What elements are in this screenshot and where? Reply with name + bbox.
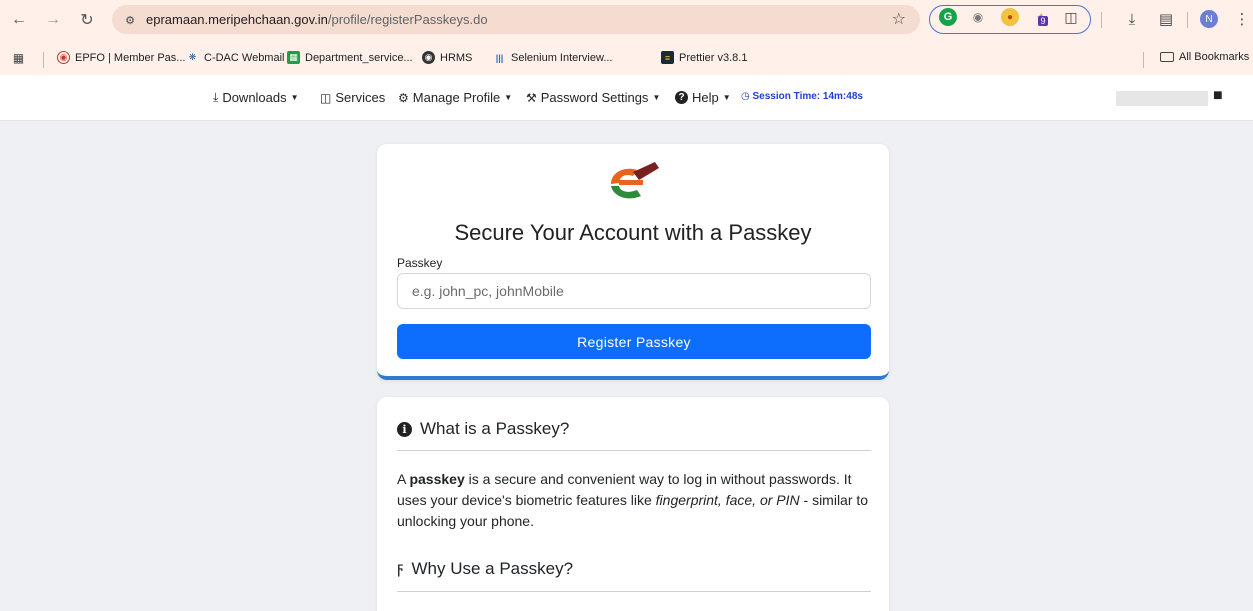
folder-icon: [1160, 52, 1174, 62]
user-icon[interactable]: ■: [1213, 87, 1223, 105]
divider: [1101, 12, 1102, 28]
username-placeholder: [1116, 91, 1208, 106]
menu-manage-profile[interactable]: ⚙ Manage Profile ▼: [398, 90, 512, 105]
passkey-info-card: i What is a Passkey? A passkey is a secur…: [377, 397, 889, 611]
question-icon: ?: [675, 91, 688, 104]
more-menu-icon[interactable]: ⋮: [1232, 9, 1252, 29]
browser-chrome: ← → ↻ ⚙ epramaan.meripehchaan.gov.in/pro…: [0, 0, 1253, 75]
epramaan-logo: [611, 162, 659, 199]
passkey-description: A passkey is a secure and convenient way…: [397, 471, 869, 529]
passkey-card: Secure Your Account with a Passkey Passk…: [377, 144, 889, 380]
bookmark-hrms[interactable]: ◉ HRMS: [422, 51, 472, 64]
cdac-icon: ❋: [188, 52, 197, 62]
url-text[interactable]: epramaan.meripehchaan.gov.in/profile/reg…: [146, 12, 488, 27]
globe-icon: ◉: [422, 51, 435, 64]
epfo-icon: ◉: [57, 51, 70, 64]
all-bookmarks[interactable]: All Bookmarks: [1160, 51, 1249, 63]
divider: [1187, 12, 1188, 28]
caret-down-icon: ▼: [652, 93, 661, 102]
site-navbar: ⤓ Downloads ▼ ◫ Services ⚙ Manage Profile ▼ ⚒…: [0, 75, 1253, 121]
download-icon: ⤓: [213, 90, 219, 104]
passkey-input[interactable]: [397, 273, 871, 309]
back-icon[interactable]: ←: [8, 9, 30, 31]
bookmark-epfo[interactable]: ◉ EPFO | Member Pas...: [57, 51, 185, 64]
site-info-icon[interactable]: ⚙: [120, 10, 140, 30]
address-bar[interactable]: ⚙ epramaan.meripehchaan.gov.in/profile/r…: [112, 5, 920, 34]
passkey-label: Passkey: [397, 256, 443, 270]
register-passkey-button[interactable]: Register Passkey: [397, 324, 871, 359]
sheets-icon: ▦: [287, 51, 300, 64]
file-icon: ◫: [320, 90, 332, 105]
what-is-heading: i What is a Passkey?: [397, 419, 569, 439]
reading-list-icon[interactable]: ▤: [1156, 9, 1176, 29]
forward-icon[interactable]: →: [42, 9, 64, 31]
apps-icon[interactable]: ▦: [12, 51, 25, 65]
prettier-icon: ≡: [661, 51, 674, 64]
grammarly-icon[interactable]: G: [939, 8, 957, 26]
bookmark-selenium[interactable]: ||| Selenium Interview...: [493, 51, 613, 64]
menu-help[interactable]: ? Help ▼: [675, 90, 731, 105]
bookmark-prettier[interactable]: ≡ Prettier v3.8.1: [661, 51, 747, 64]
divider: [397, 450, 871, 451]
bookmark-star-icon[interactable]: ☆: [892, 9, 906, 29]
info-icon: i: [397, 421, 412, 437]
caret-down-icon: ▼: [504, 93, 513, 102]
profile-avatar[interactable]: N: [1200, 10, 1218, 28]
download-icon[interactable]: ⤓: [1122, 9, 1142, 29]
card-title: Secure Your Account with a Passkey: [454, 220, 812, 245]
divider: [43, 52, 44, 68]
browser-toolbar: ← → ↻ ⚙ epramaan.meripehchaan.gov.in/pro…: [0, 0, 1253, 40]
clock-icon: ◷: [741, 91, 750, 102]
bolt-icon: ϝ: [397, 560, 404, 577]
extension-badge-icon[interactable]: ✦9: [1032, 8, 1050, 26]
caret-down-icon: ▼: [722, 93, 731, 102]
bookmarks-bar: ▦ ◉ EPFO | Member Pas... ❋ C-DAC Webmail ▦…: [0, 44, 1253, 74]
bookmark-department[interactable]: ▦ Department_service...: [287, 51, 413, 64]
why-use-heading: ϝ Why Use a Passkey?: [397, 559, 574, 578]
reload-icon[interactable]: ↻: [76, 9, 98, 31]
chart-icon: |||: [495, 52, 504, 63]
wrench-icon: ⚒: [526, 90, 537, 105]
session-timer: ◷ Session Time: 14m:48s: [741, 91, 863, 102]
menu-password-settings[interactable]: ⚒ Password Settings ▼: [526, 90, 660, 105]
divider: [1143, 52, 1144, 68]
puzzle-icon[interactable]: ◫: [1062, 8, 1080, 26]
menu-downloads[interactable]: ⤓ Downloads ▼: [213, 90, 299, 105]
bookmark-cdac[interactable]: ❋ C-DAC Webmail: [186, 51, 285, 64]
timer-extension-icon[interactable]: ●: [1001, 8, 1019, 26]
caret-down-icon: ▼: [290, 93, 299, 102]
gear-icon: ⚙: [398, 90, 409, 105]
menu-services[interactable]: ◫ Services: [320, 90, 385, 105]
divider: [397, 591, 871, 592]
camera-icon[interactable]: ◉: [969, 8, 987, 26]
